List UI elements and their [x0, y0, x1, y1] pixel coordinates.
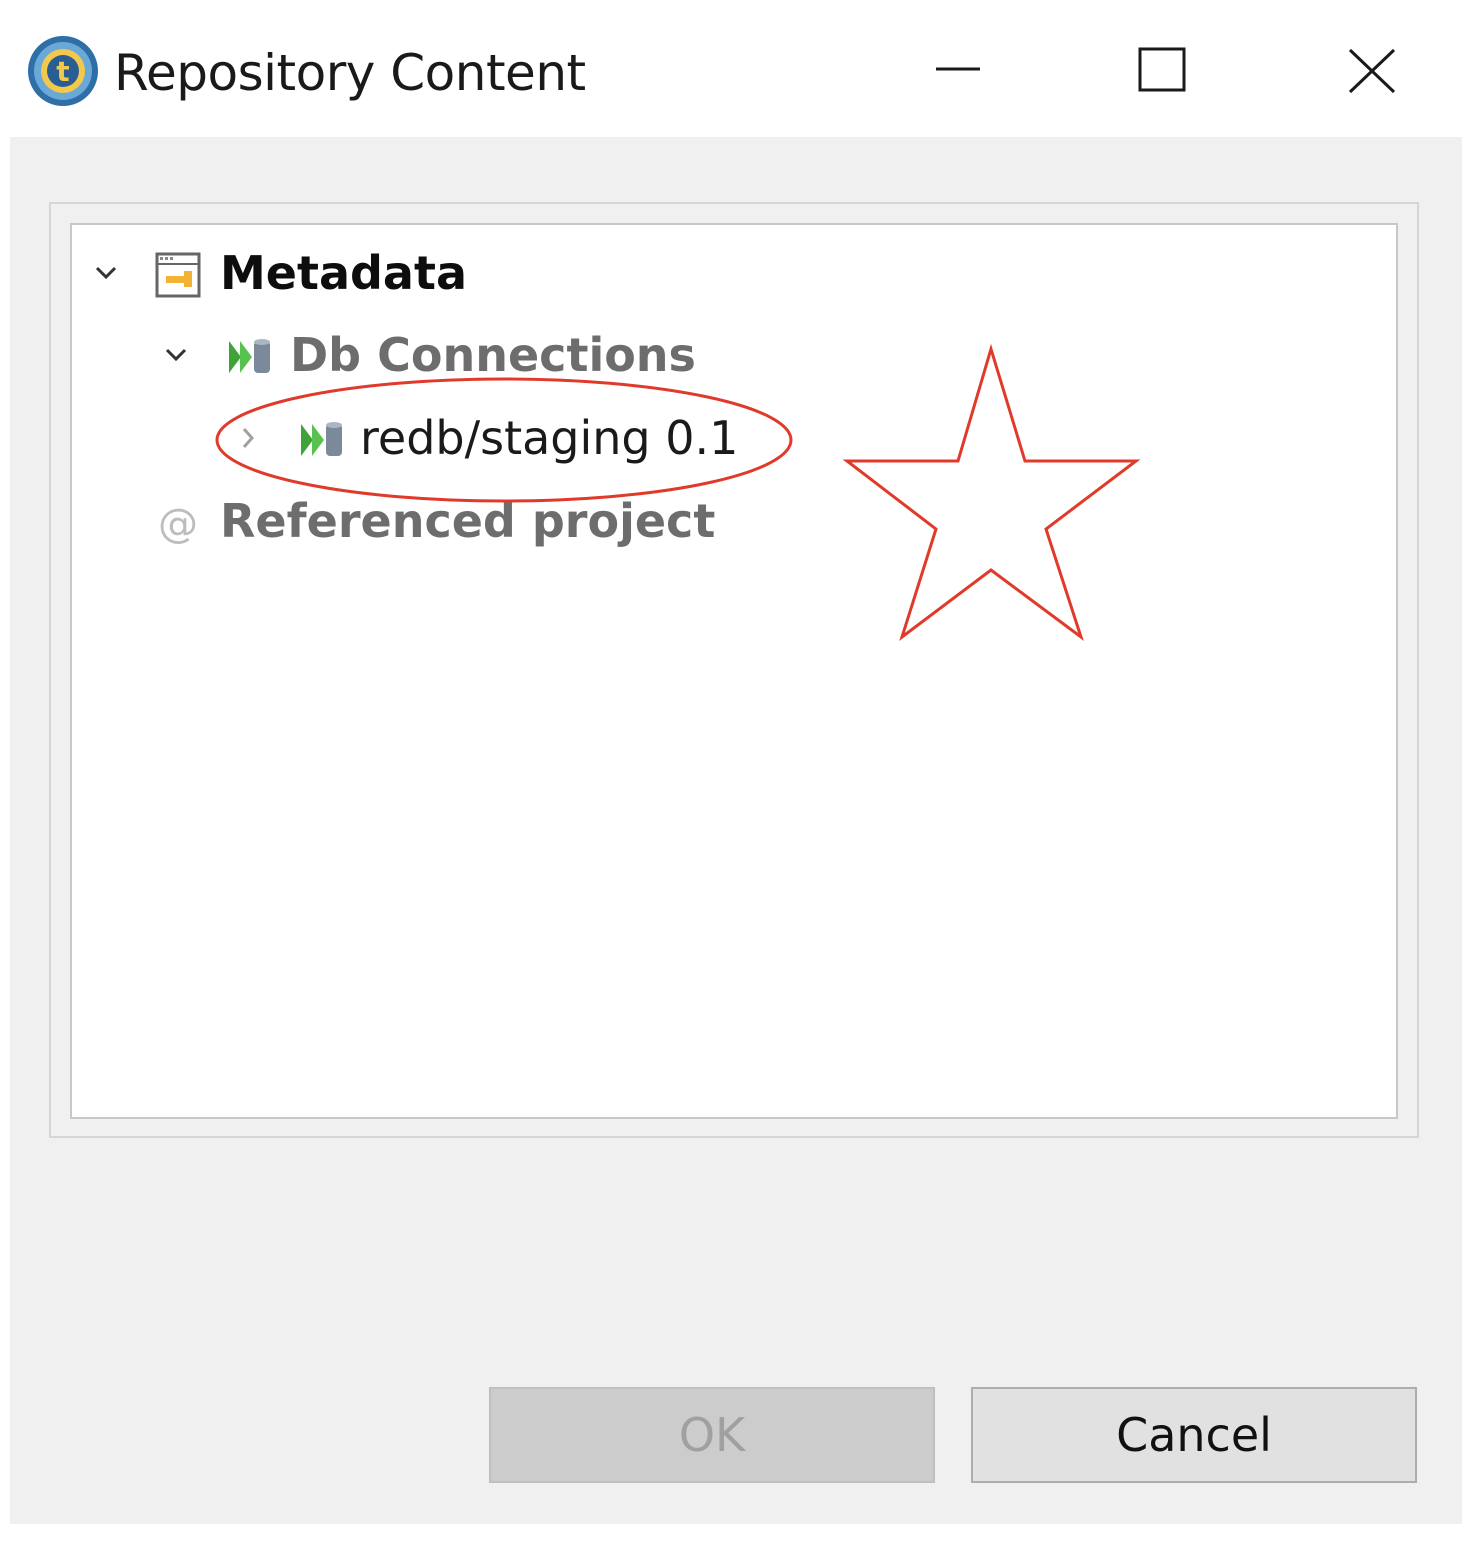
- window-title: Repository Content: [114, 44, 586, 102]
- maximize-button[interactable]: [1107, 20, 1217, 120]
- tree-item-label: Db Connections: [290, 328, 696, 382]
- chevron-down-icon[interactable]: [88, 238, 124, 308]
- tree-item-label: Referenced project: [220, 494, 716, 548]
- repository-content-dialog: t Repository Content Metadata Db Connect…: [0, 0, 1468, 1542]
- svg-text:t: t: [56, 55, 69, 88]
- minimize-button[interactable]: [903, 20, 1013, 120]
- talend-logo-icon: t: [26, 34, 100, 108]
- ok-button[interactable]: OK: [489, 1387, 935, 1483]
- chevron-down-icon[interactable]: [158, 320, 194, 390]
- chevron-right-icon[interactable]: [230, 403, 266, 473]
- tree-item-db-connections[interactable]: Db Connections: [154, 320, 696, 390]
- tree-item-redb-staging[interactable]: redb/staging 0.1: [226, 403, 786, 473]
- close-icon: [1348, 48, 1396, 94]
- tree-item-metadata[interactable]: Metadata: [84, 238, 484, 308]
- metadata-folder-icon: [154, 251, 202, 299]
- tree-item-label: Metadata: [220, 246, 468, 300]
- at-sign-icon: @: [154, 499, 202, 547]
- tree-frame: Metadata Db Connections redb/staging 0.1…: [49, 202, 1419, 1138]
- repository-tree[interactable]: Metadata Db Connections redb/staging 0.1…: [70, 223, 1398, 1119]
- maximize-icon: [1138, 47, 1186, 92]
- title-bar: t Repository Content: [0, 0, 1468, 138]
- minimize-icon: [936, 67, 980, 71]
- svg-text:@: @: [158, 501, 198, 547]
- tree-item-label: redb/staging 0.1: [360, 411, 739, 465]
- tree-item-referenced-project[interactable]: @ Referenced project: [154, 486, 716, 556]
- dialog-client-area: Metadata Db Connections redb/staging 0.1…: [10, 137, 1462, 1524]
- close-button[interactable]: [1318, 20, 1428, 120]
- db-connection-icon: [298, 416, 346, 464]
- cancel-button[interactable]: Cancel: [971, 1387, 1417, 1483]
- db-connection-icon: [226, 333, 274, 381]
